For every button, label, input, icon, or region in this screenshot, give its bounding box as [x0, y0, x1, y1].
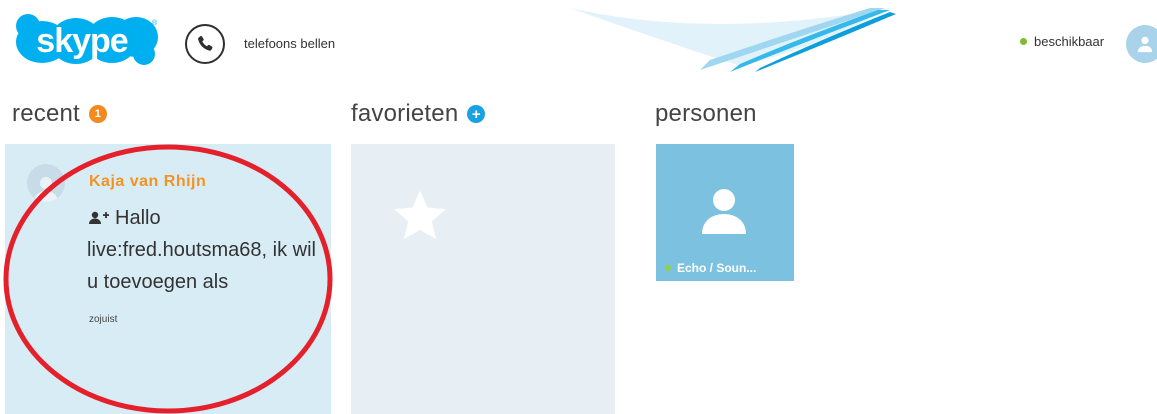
contact-avatar: [27, 164, 65, 202]
svg-text:skype: skype: [36, 22, 127, 60]
header-swoosh-decoration: [570, 8, 896, 72]
people-heading: personen: [655, 100, 757, 128]
people-title: personen: [655, 100, 757, 127]
person-tile-echo[interactable]: Echo / Soun...: [656, 144, 794, 281]
recent-conversation-card[interactable]: Kaja van Rhijn Hallo live:fred.houtsma68…: [5, 144, 331, 414]
phone-icon: [198, 35, 213, 51]
call-phones-button[interactable]: [185, 24, 225, 64]
svg-text:®: ®: [152, 19, 158, 27]
favorites-panel: [351, 144, 615, 414]
message-preview: Hallo live:fred.houtsma68, ik wil u toev…: [87, 207, 316, 293]
status-label: beschikbaar: [1034, 34, 1105, 49]
status-online-dot: [1020, 38, 1027, 45]
availability-status[interactable]: beschikbaar: [1020, 34, 1104, 49]
contact-name[interactable]: Kaja van Rhijn: [89, 173, 206, 191]
favorites-heading: favorieten +: [351, 100, 486, 128]
call-phones-label[interactable]: telefoons bellen: [244, 36, 335, 51]
message-timestamp: zojuist: [89, 314, 118, 325]
skype-logo: skype ®: [16, 14, 158, 65]
person-label: Echo / Soun...: [665, 261, 756, 275]
user-icon: [1137, 36, 1153, 53]
user-icon: [702, 189, 746, 234]
person-name: Echo / Soun...: [677, 261, 757, 275]
status-online-dot: [665, 265, 671, 271]
recent-title: recent: [12, 100, 80, 127]
favorites-title: favorieten: [351, 100, 459, 127]
star-icon: [394, 190, 446, 240]
add-favorite-button[interactable]: +: [467, 105, 486, 123]
skype-home: skype ® telefoons bellen beschikbaar rec…: [0, 0, 1157, 414]
recent-count-badge: 1: [88, 105, 107, 123]
profile-avatar[interactable]: [1126, 25, 1157, 63]
recent-heading: recent 1: [12, 100, 107, 128]
user-icon: [34, 177, 58, 202]
